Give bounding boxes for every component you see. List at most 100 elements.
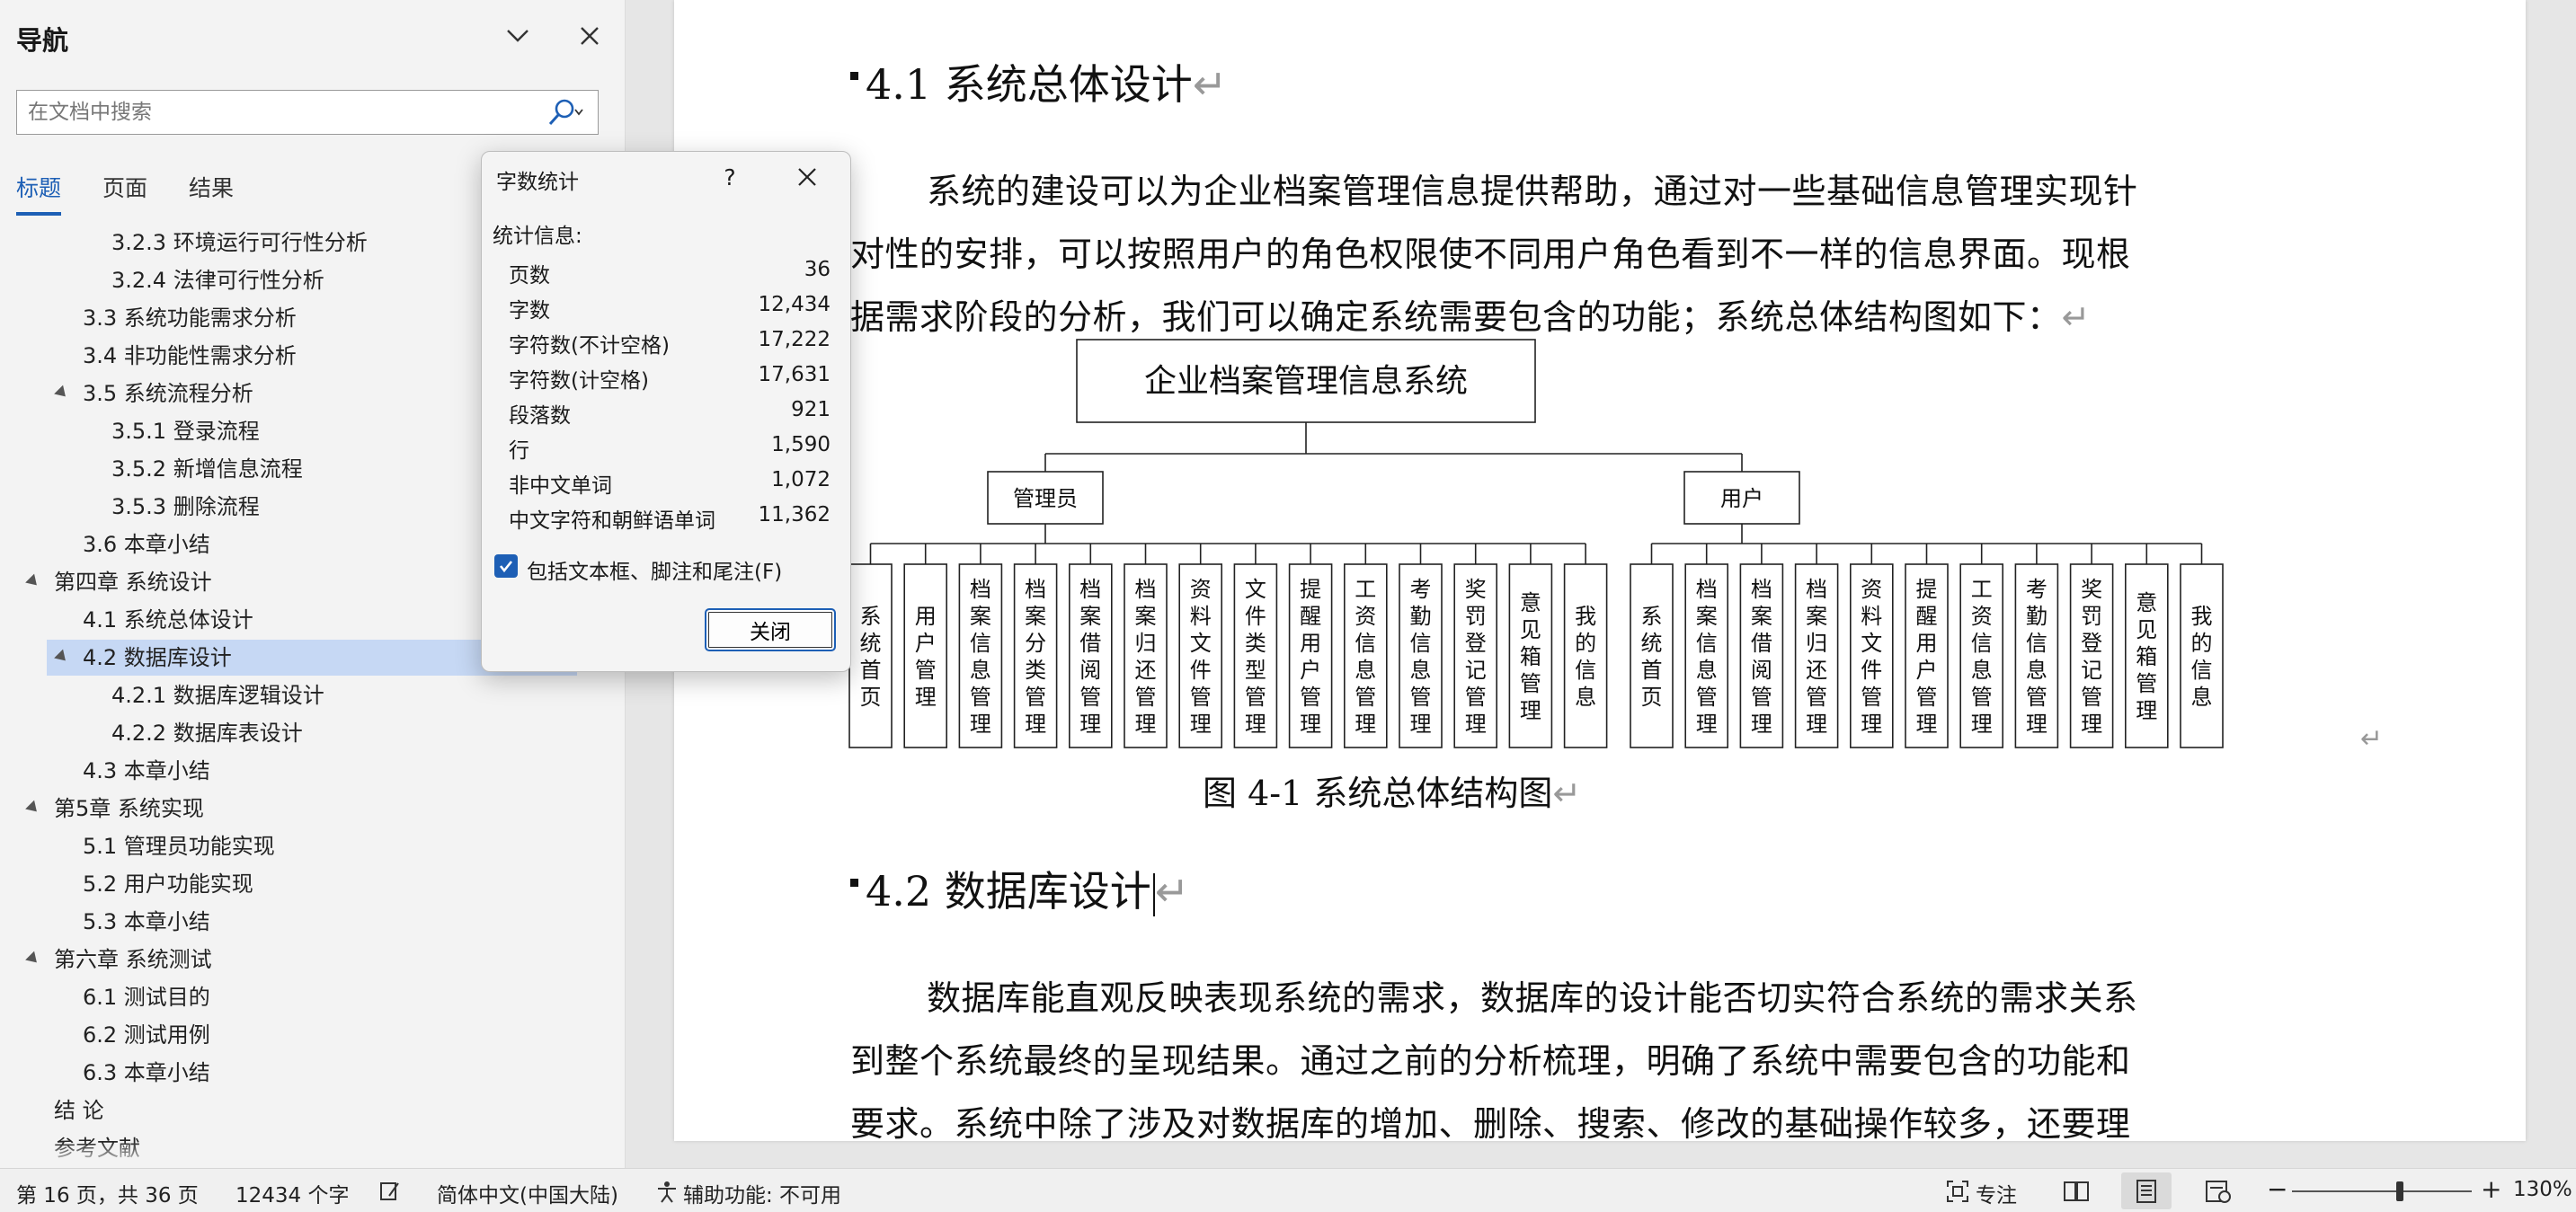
- para2-line-2: 到整个系统最终的呈现结果。通过之前的分析梳理，明确了系统中需要包含的功能和: [850, 1041, 2131, 1081]
- status-bar: 第 16 页，共 36 页 12434 个字 简体中文(中国大陆) 辅助功能: …: [0, 1168, 2576, 1212]
- nav-options-chevron-icon[interactable]: [498, 16, 537, 56]
- stat-row-paragraphs: 段落数 921: [509, 398, 831, 428]
- diagram-root-label: 企业档案管理信息系统: [1144, 363, 1468, 400]
- dialog-close-icon[interactable]: [787, 159, 827, 195]
- expand-arrow-icon[interactable]: [25, 800, 41, 817]
- zoom-percent[interactable]: 130%: [2513, 1178, 2572, 1201]
- nav-search-box: [16, 90, 599, 135]
- accessibility-icon[interactable]: [654, 1179, 680, 1204]
- stat-row-chars-no-space: 字符数(不计空格) 17,222: [509, 328, 831, 358]
- nav-title: 导航: [16, 25, 69, 56]
- diagram-leaf-box: [848, 563, 893, 748]
- nav-heading-item[interactable]: 4.2.1 数据库逻辑设计: [0, 677, 575, 713]
- nav-heading-label: 第四章 系统设计: [54, 570, 212, 595]
- tab-pages[interactable]: 页面: [102, 171, 147, 212]
- focus-icon[interactable]: [1945, 1179, 1970, 1204]
- diagram-leaf-box: [1563, 563, 1608, 748]
- nav-heading-label: 4.3 本章小结: [83, 758, 210, 783]
- proofing-icon[interactable]: [378, 1179, 403, 1204]
- nav-heading-item[interactable]: 第六章 系统测试: [0, 942, 575, 978]
- nav-heading-item[interactable]: 5.1 管理员功能实现: [0, 828, 575, 864]
- nav-heading-item[interactable]: 6.3 本章小结: [0, 1055, 575, 1091]
- nav-heading-label: 3.5 系统流程分析: [83, 381, 253, 406]
- nav-heading-label: 3.5.1 登录流程: [111, 419, 260, 444]
- status-page-info[interactable]: 第 16 页，共 36 页: [16, 1178, 199, 1208]
- document-page[interactable]: 4.1 系统总体设计↵ 系统的建设可以为企业档案管理信息提供帮助，通过对一些基础…: [674, 0, 2526, 1141]
- stat-row-pages: 页数 36: [509, 258, 831, 288]
- expand-arrow-icon[interactable]: [54, 385, 70, 402]
- nav-heading-label: 3.5.3 删除流程: [111, 494, 260, 519]
- nav-heading-label: 第5章 系统实现: [54, 796, 204, 821]
- diagram-leaf-box: [2180, 563, 2224, 748]
- heading-bullet: [850, 878, 858, 887]
- nav-close-icon[interactable]: [570, 16, 609, 56]
- stat-row-non-chinese-words: 非中文单词 1,072: [509, 468, 831, 498]
- tab-headings[interactable]: 标题: [16, 171, 62, 216]
- para2-line-1: 数据库能直观反映表现系统的需求，数据库的设计能否切实符合系统的需求关系: [927, 978, 2138, 1018]
- nav-heading-label: 6.1 测试目的: [83, 985, 210, 1010]
- status-language[interactable]: 简体中文(中国大陆): [437, 1178, 618, 1208]
- status-focus[interactable]: 专注: [1976, 1178, 2017, 1208]
- include-textbox-checkbox[interactable]: [494, 554, 518, 578]
- dialog-section-label: 统计信息:: [493, 225, 582, 248]
- nav-heading-item[interactable]: 4.3 本章小结: [0, 753, 575, 789]
- read-mode-icon[interactable]: [2051, 1172, 2101, 1209]
- dialog-close-button[interactable]: 关闭: [705, 608, 836, 651]
- status-accessibility[interactable]: 辅助功能: 不可用: [683, 1178, 841, 1208]
- zoom-out-button[interactable]: −: [2267, 1174, 2287, 1204]
- expand-arrow-icon[interactable]: [25, 573, 41, 590]
- nav-heading-item[interactable]: 6.1 测试目的: [0, 979, 575, 1015]
- dialog-title: 字数统计: [496, 171, 579, 194]
- nav-heading-item[interactable]: 4.2.2 数据库表设计: [0, 715, 575, 751]
- paragraph-mark: ↵: [1154, 867, 1190, 916]
- nav-heading-label: 3.2.3 环境运行可行性分析: [111, 230, 368, 255]
- nav-heading-label: 3.4 非功能性需求分析: [83, 343, 297, 368]
- stat-row-words: 字数 12,434: [509, 293, 831, 323]
- tab-results[interactable]: 结果: [189, 171, 234, 212]
- nav-heading-label: 3.2.4 法律可行性分析: [111, 268, 324, 293]
- zoom-slider-thumb[interactable]: [2396, 1181, 2403, 1201]
- print-layout-icon[interactable]: [2121, 1172, 2172, 1209]
- zoom-slider[interactable]: [2292, 1190, 2472, 1192]
- stat-row-lines: 行 1,590: [509, 433, 831, 463]
- word-count-dialog: 字数统计 ? 统计信息: 页数 36 字数 12,434 字符数(不计空格) 17,2…: [481, 151, 851, 672]
- heading-4-2: 4.2 数据库设计↵: [850, 859, 1189, 918]
- system-structure-diagram: 企业档案管理信息系统管理员系统首页用户管理档案信息管理档案分类管理档案借阅管理档…: [848, 339, 2383, 755]
- checkmark-icon: [499, 561, 513, 573]
- search-icon[interactable]: [542, 96, 589, 128]
- paragraph-mark: ↵: [2360, 723, 2383, 755]
- zoom-in-button[interactable]: +: [2481, 1174, 2501, 1204]
- help-icon[interactable]: ?: [710, 159, 750, 195]
- document-area: 4.1 系统总体设计↵ 系统的建设可以为企业档案管理信息提供帮助，通过对一些基础…: [626, 0, 2576, 1168]
- nav-heading-label: 5.1 管理员功能实现: [83, 834, 275, 859]
- nav-heading-item[interactable]: 6.2 测试用例: [0, 1017, 575, 1053]
- nav-heading-item[interactable]: 第5章 系统实现: [0, 791, 575, 827]
- include-textbox-label[interactable]: 包括文本框、脚注和尾注(F): [527, 554, 782, 585]
- nav-heading-item[interactable]: 5.3 本章小结: [0, 904, 575, 940]
- nav-heading-label: 结 论: [54, 1098, 104, 1123]
- para2-line-3: 要求。系统中除了涉及对数据库的增加、删除、搜索、修改的基础操作较多，还要理: [850, 1104, 2131, 1141]
- nav-heading-label: 3.6 本章小结: [83, 532, 210, 557]
- nav-heading-label: 第六章 系统测试: [54, 947, 212, 972]
- heading-4-2-text: 4.2 数据库设计: [866, 867, 1151, 916]
- nav-heading-label: 6.3 本章小结: [83, 1060, 210, 1085]
- web-layout-icon[interactable]: [2193, 1172, 2243, 1209]
- nav-search-input[interactable]: [17, 91, 538, 134]
- nav-heading-label: 4.2.2 数据库表设计: [111, 721, 303, 746]
- stat-row-chars-with-space: 字符数(计空格) 17,631: [509, 363, 831, 393]
- diagram-group-label: 管理员: [1013, 486, 1078, 511]
- expand-arrow-icon[interactable]: [25, 951, 41, 968]
- diagram-leaf-box: [903, 563, 948, 748]
- expand-arrow-icon[interactable]: [54, 649, 70, 666]
- nav-heading-label: 4.2.1 数据库逻辑设计: [111, 683, 324, 708]
- status-word-count[interactable]: 12434 个字: [235, 1178, 349, 1208]
- nav-heading-label: 3.3 系统功能需求分析: [83, 305, 297, 331]
- nav-fade: [0, 1141, 625, 1168]
- figure-caption: 图 4-1 系统总体结构图↵: [1203, 774, 1582, 813]
- nav-heading-label: 6.2 测试用例: [83, 1022, 210, 1048]
- diagram-group-label: 用户: [1720, 486, 1763, 511]
- diagram-leaf-box: [1630, 563, 1674, 748]
- nav-heading-item[interactable]: 5.2 用户功能实现: [0, 866, 575, 902]
- nav-heading-label: 4.2 数据库设计: [83, 645, 232, 670]
- nav-heading-item[interactable]: 结 论: [0, 1093, 575, 1128]
